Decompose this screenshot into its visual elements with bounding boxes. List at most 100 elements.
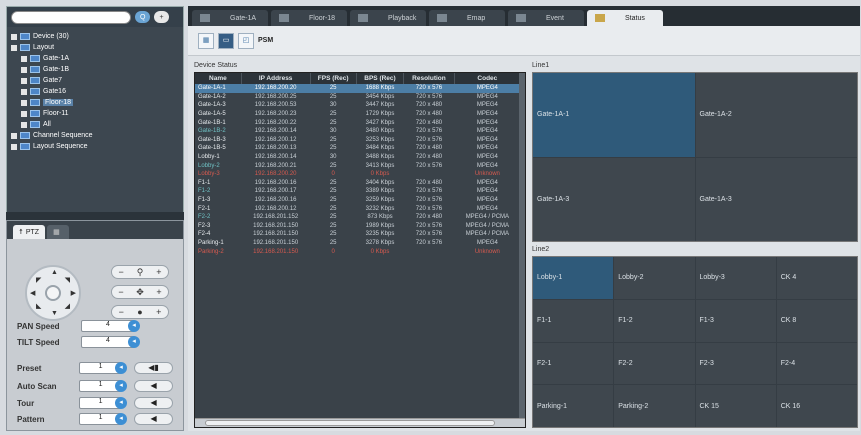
plus-icon[interactable]: + <box>156 287 161 297</box>
scroll-thumb[interactable] <box>205 420 495 426</box>
table-row[interactable]: F2-4 192.168.201.150 25 3235 Kbps 720 x 576 M… <box>195 230 521 239</box>
autoscan-field[interactable]: 1 ◂ <box>79 380 128 392</box>
video-cell[interactable]: F1-2 <box>614 299 695 342</box>
focus-control[interactable]: − ✥ + <box>111 285 169 299</box>
table-row[interactable]: Gate-1B-1 192.168.200.22 25 3427 Kbps 720 x … <box>195 118 521 127</box>
column-header[interactable]: IP Address <box>241 73 311 84</box>
table-row[interactable]: Gate-1A-2 192.168.200.25 25 3454 Kbps 720 x … <box>195 93 521 102</box>
tree-item[interactable]: Gate-1A <box>11 53 183 64</box>
tour-play-button[interactable]: ◀ <box>134 397 173 409</box>
tour-field[interactable]: 1 ◂ <box>79 397 128 409</box>
tree-item[interactable]: Layout <box>11 42 183 53</box>
arrow-down-icon[interactable]: ▼ <box>51 310 58 317</box>
column-header[interactable]: Name <box>195 73 242 84</box>
pan-speed-field[interactable]: 4 ◂ <box>81 320 140 332</box>
table-row[interactable]: Gate-1A-3 192.168.200.53 30 3447 Kbps 720 x … <box>195 101 521 110</box>
panel-splitter[interactable] <box>6 212 184 220</box>
expand-icon[interactable] <box>11 143 17 150</box>
tab-emap[interactable]: Emap <box>429 10 505 26</box>
arrow-down-left-icon[interactable]: ◣ <box>36 302 41 310</box>
video-cell[interactable]: F1-1 <box>533 299 614 342</box>
spin-icon[interactable]: ◂ <box>115 380 128 392</box>
tab-secondary[interactable]: ▦ <box>47 225 69 239</box>
tilt-speed-field[interactable]: 4 ◂ <box>81 336 140 348</box>
tree-item[interactable]: Layout Sequence <box>11 141 183 152</box>
expand-icon[interactable] <box>21 121 27 128</box>
search-button[interactable]: Q <box>135 11 151 23</box>
minus-icon[interactable]: − <box>119 307 124 317</box>
search-input[interactable] <box>11 10 131 24</box>
arrow-left-icon[interactable]: ◀ <box>30 289 35 297</box>
tab-playback[interactable]: Playback <box>350 10 426 26</box>
video-cell[interactable]: F2-2 <box>614 342 695 385</box>
pattern-play-button[interactable]: ◀ <box>134 413 173 425</box>
expand-icon[interactable] <box>21 66 27 73</box>
preset-go-button[interactable]: ◀▮ <box>134 362 173 374</box>
spin-icon[interactable]: ◂ <box>115 397 128 409</box>
expand-icon[interactable] <box>21 88 27 95</box>
tree-item[interactable]: All <box>11 119 183 130</box>
tab-ptz[interactable]: ☨ PTZ <box>13 225 46 239</box>
video-cell[interactable]: Gate-1A-2 <box>695 73 857 157</box>
video-cell[interactable]: F2-3 <box>695 342 776 385</box>
arrow-up-right-icon[interactable]: ◥ <box>65 276 70 284</box>
add-button[interactable]: + <box>154 11 169 23</box>
layout-grid-button[interactable]: ▦ <box>198 32 214 49</box>
video-cell[interactable]: F2-1 <box>533 342 614 385</box>
ptz-center-button[interactable] <box>45 285 61 301</box>
spin-icon[interactable]: ◂ <box>115 362 128 374</box>
tree-item[interactable]: Channel Sequence <box>11 130 183 141</box>
table-row[interactable]: Parking-2 192.168.201.150 0 0 Kbps Unknown <box>195 247 521 256</box>
table-row[interactable]: F2-2 192.168.201.152 25 873 Kbps 720 x 480 MP… <box>195 213 521 222</box>
tab-event[interactable]: Event <box>508 10 584 26</box>
table-row[interactable]: Gate-1B-5 192.168.200.13 25 3484 Kbps 720 x … <box>195 144 521 153</box>
column-header[interactable]: BPS (Rec) <box>356 73 405 84</box>
expand-icon[interactable] <box>11 44 17 51</box>
video-cell[interactable]: Lobby-1 <box>533 257 614 299</box>
expand-icon[interactable] <box>21 99 27 106</box>
arrow-up-left-icon[interactable]: ◤ <box>36 276 41 284</box>
expand-icon[interactable] <box>11 33 17 40</box>
column-header[interactable]: Resolution <box>403 73 455 84</box>
table-row[interactable]: Gate-1B-2 192.168.200.14 30 3480 Kbps 720 x … <box>195 127 521 136</box>
tree-item[interactable]: Floor-11 <box>11 108 183 119</box>
expand-icon[interactable] <box>11 132 17 139</box>
table-row[interactable]: Parking-1 192.168.201.150 25 3278 Kbps 720 x… <box>195 239 521 248</box>
spin-icon[interactable]: ◂ <box>128 336 140 348</box>
table-row[interactable]: Gate-1B-3 192.168.200.12 25 3253 Kbps 720 x … <box>195 136 521 145</box>
video-cell[interactable]: CK 16 <box>776 385 857 427</box>
tree-item[interactable]: Gate16 <box>11 86 183 97</box>
video-cell[interactable]: Lobby-3 <box>695 257 776 299</box>
arrow-up-icon[interactable]: ▲ <box>51 269 58 276</box>
table-row[interactable]: Lobby-1 192.168.200.14 30 3488 Kbps 720 x 48… <box>195 153 521 162</box>
arrow-right-icon[interactable]: ▶ <box>71 289 76 297</box>
plus-icon[interactable]: + <box>156 307 161 317</box>
tab-floor-18[interactable]: Floor-18 <box>271 10 347 26</box>
plus-icon[interactable]: + <box>156 267 161 277</box>
video-cell[interactable]: CK 8 <box>776 299 857 342</box>
psm-icon-button[interactable]: ◰ <box>238 32 254 49</box>
table-row[interactable]: Lobby-2 192.168.200.21 25 3413 Kbps 720 x 57… <box>195 161 521 170</box>
tab-status[interactable]: Status <box>587 10 663 26</box>
tree-item[interactable]: Floor-18 <box>11 97 183 108</box>
tree-item[interactable]: Device (30) <box>11 31 183 42</box>
video-cell[interactable]: Gate-1A-1 <box>533 73 695 157</box>
expand-icon[interactable] <box>21 110 27 117</box>
minus-icon[interactable]: − <box>118 267 123 277</box>
zoom-control[interactable]: − ⚲ + <box>111 265 169 279</box>
expand-icon[interactable] <box>21 77 27 84</box>
video-cell[interactable]: Lobby-2 <box>614 257 695 299</box>
column-header[interactable]: FPS (Rec) <box>310 73 357 84</box>
tree-item[interactable]: Gate7 <box>11 75 183 86</box>
video-cell[interactable]: F1-3 <box>695 299 776 342</box>
iris-control[interactable]: − ● + <box>111 305 169 319</box>
table-row[interactable]: Lobby-3 192.168.200.20 0 0 Kbps Unknown <box>195 170 521 179</box>
expand-icon[interactable] <box>21 55 27 62</box>
video-cell[interactable]: CK 15 <box>695 385 776 427</box>
tree-item[interactable]: Gate-1B <box>11 64 183 75</box>
ptz-direction-pad[interactable]: ▲ ▼ ◀ ▶ ◤ ◥ ◣ ◢ <box>25 265 81 321</box>
table-row[interactable]: Gate-1A-1 192.168.200.20 25 1688 Kbps 720 x … <box>195 84 521 93</box>
minus-icon[interactable]: − <box>118 287 123 297</box>
table-row[interactable]: F1-1 192.168.200.16 25 3404 Kbps 720 x 480 MP… <box>195 179 521 188</box>
table-row[interactable]: F1-3 192.168.200.16 25 3259 Kbps 720 x 576 MP… <box>195 196 521 205</box>
